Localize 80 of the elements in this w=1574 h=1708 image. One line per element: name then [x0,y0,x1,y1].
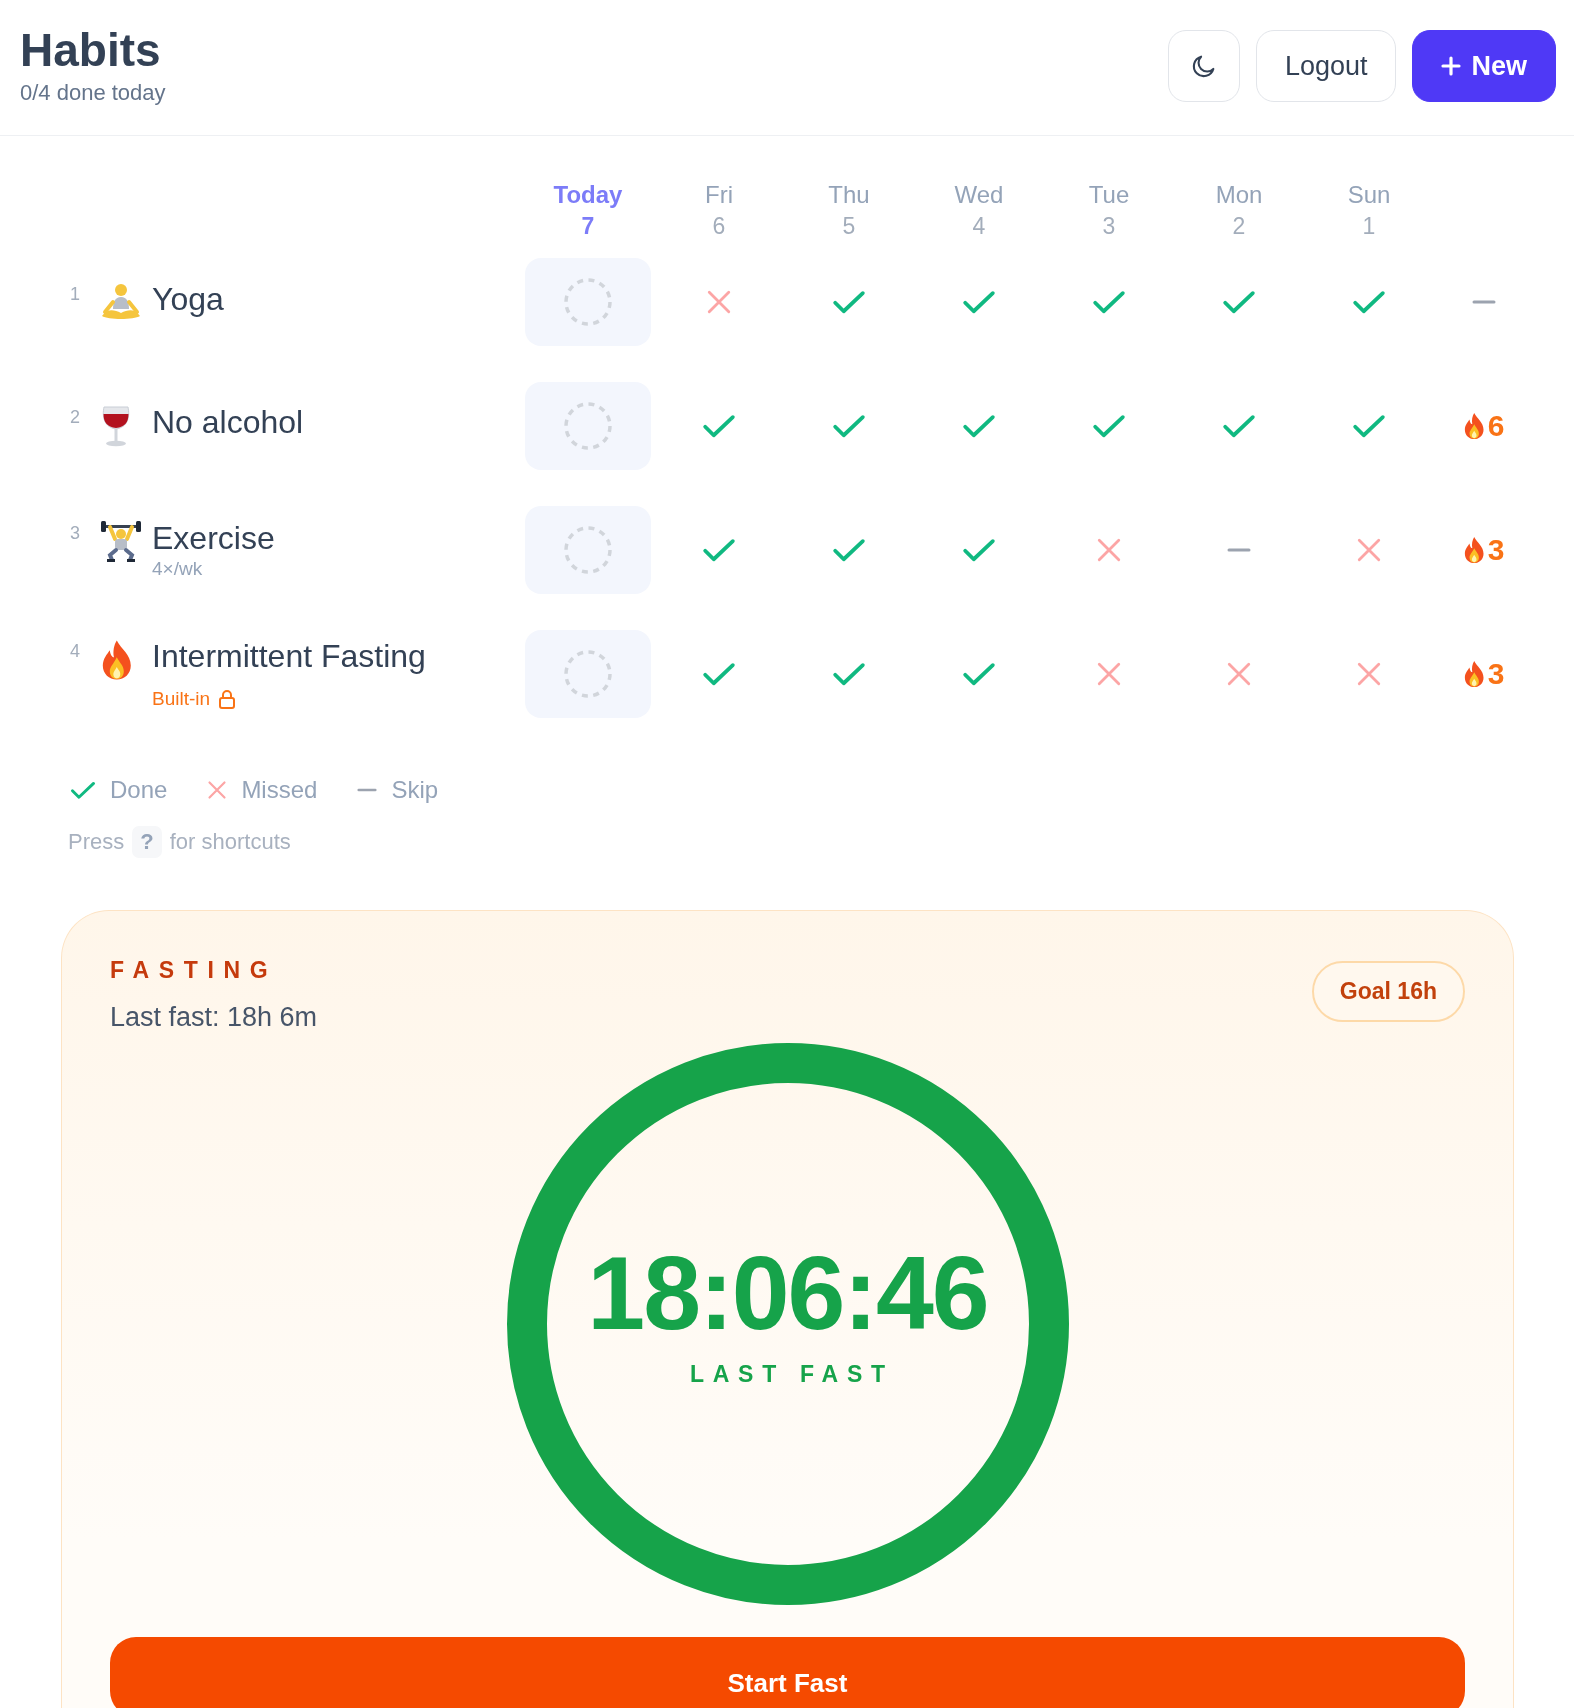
logout-button[interactable]: Logout [1255,30,1397,103]
cross-icon [207,780,228,801]
row-number: 2 [70,407,81,429]
legend-label: Done [110,776,168,805]
check-icon [702,413,736,440]
wine-glass-icon [100,405,132,448]
check-icon [962,537,996,564]
legend-label: Skip [391,776,439,805]
cross-icon [1356,661,1382,688]
cross-icon [1096,537,1122,564]
new-habit-button[interactable]: New [1412,30,1556,103]
goal-badge: Goal 16h [1311,961,1465,1023]
built-in-label: Built-in [152,687,211,710]
fire-icon [1463,536,1486,565]
habit-name: Intermittent Fasting [152,638,426,674]
check-icon [832,289,866,316]
row-number: 3 [70,522,81,544]
plus-icon [1441,56,1462,77]
habit-frequency: 4×/wk [152,557,204,580]
keyboard-key: ? [132,826,162,859]
empty-circle-icon [563,649,613,700]
fasting-timer: 18:06:46 [587,1240,988,1345]
fasting-title: FASTING [110,957,279,985]
day-column-header: Wed 4 [953,181,1005,241]
check-icon [962,413,996,440]
fire-icon [1463,412,1486,441]
streak-count: 3 [1487,657,1505,692]
row-number: 1 [70,284,81,306]
progress-summary: 0/4 done today [20,80,166,107]
day-column-header: Sun 1 [1346,181,1392,241]
start-fast-button[interactable]: Start Fast [110,1637,1465,1708]
hint-text: for shortcuts [169,829,291,856]
weightlifter-icon [100,520,142,563]
day-column-header: Thu 5 [827,181,871,241]
check-icon [1352,413,1386,440]
empty-circle-icon [563,401,613,452]
cross-icon [706,289,732,316]
page-title: Habits [20,26,162,75]
day-column-header: Today 7 [552,181,624,241]
check-icon [832,413,866,440]
dash-icon [357,788,378,793]
dash-icon [1471,300,1497,305]
check-icon [702,661,736,688]
habit-name: No alcohol [152,405,304,441]
check-icon [832,661,866,688]
fire-icon [1463,660,1486,689]
timer-caption: LAST FAST [688,1360,894,1388]
empty-circle-icon [563,525,613,576]
habit-name: Exercise [152,520,275,556]
check-icon [962,661,996,688]
check-icon [70,780,96,801]
today-toggle-button[interactable] [525,630,651,719]
check-icon [832,537,866,564]
day-column-header: Mon 2 [1214,181,1264,241]
legend-label: Missed [241,776,318,805]
dash-icon [1226,548,1252,553]
check-icon [1092,413,1126,440]
habit-name: Yoga [152,282,224,318]
streak-count: 3 [1487,533,1505,568]
empty-circle-icon [563,277,613,328]
cross-icon [1096,661,1122,688]
fire-icon [100,638,134,681]
cross-icon [1356,537,1382,564]
day-column-header: Tue 3 [1087,181,1131,241]
theme-toggle-button[interactable] [1167,30,1240,103]
check-icon [962,289,996,316]
today-toggle-button[interactable] [525,258,651,347]
hint-text: Press [68,829,125,856]
check-icon [1222,413,1256,440]
check-icon [1222,289,1256,316]
row-number: 4 [70,640,81,662]
check-icon [702,537,736,564]
last-fast-text: Last fast: 18h 6m [110,1002,318,1034]
check-icon [1092,289,1126,316]
day-column-header: Fri 6 [704,181,734,241]
check-icon [1352,289,1386,316]
streak-count: 6 [1487,409,1505,444]
cross-icon [1226,661,1252,688]
today-toggle-button[interactable] [525,382,651,471]
today-toggle-button[interactable] [525,506,651,595]
